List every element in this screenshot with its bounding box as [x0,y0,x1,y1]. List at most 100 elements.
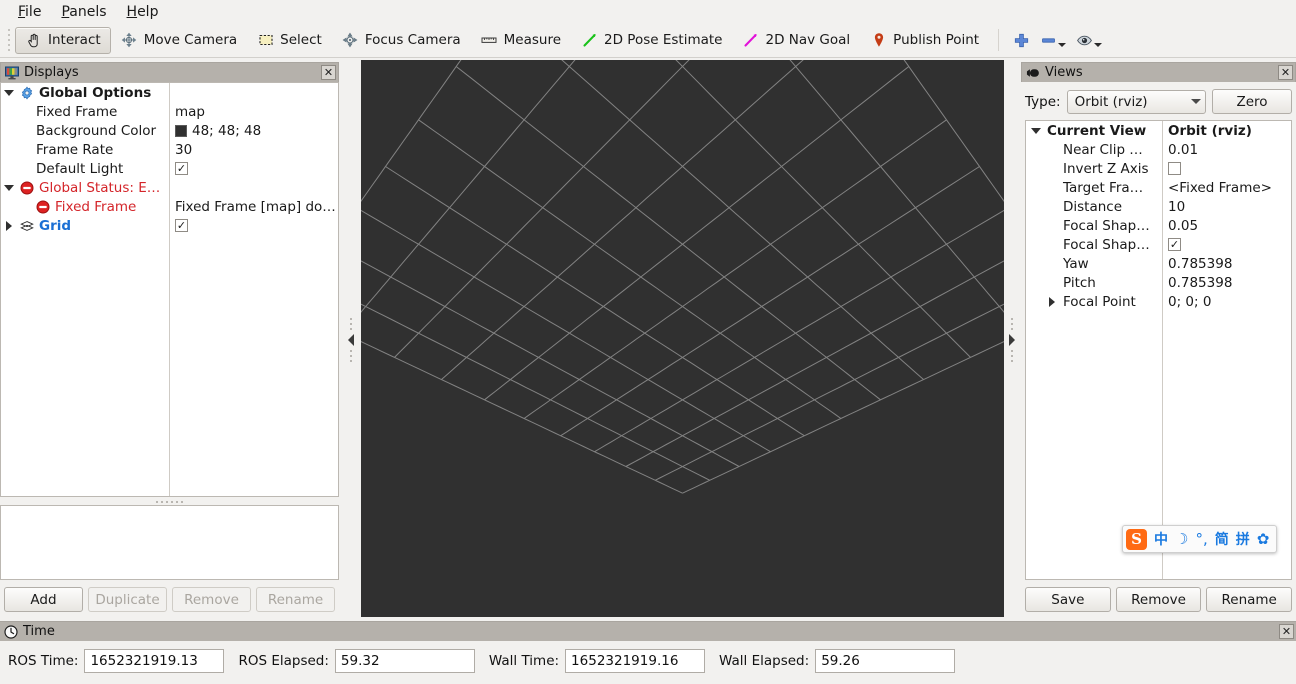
views-row-value[interactable]: Orbit (rviz) [1162,123,1291,139]
displays-row-value[interactable]: 48; 48; 48 [169,123,338,139]
views-save-button[interactable]: Save [1025,587,1111,612]
tool-move-camera[interactable]: Move Camera [111,27,247,54]
views-tree-row[interactable]: Current View Orbit (rviz) [1026,121,1291,140]
views-tree-row[interactable]: Focal Point 0; 0; 0 [1026,292,1291,311]
wall-elapsed-field[interactable]: 59.26 [815,649,956,673]
menu-panels-label-rest: anels [69,3,107,20]
views-tree-row[interactable]: Target Fra… <Fixed Frame> [1026,178,1291,197]
ros-elapsed-field[interactable]: 59.32 [334,649,475,673]
checkbox-checked[interactable]: ✓ [1168,238,1181,251]
checkbox-checked[interactable]: ✓ [175,162,188,175]
tool-2d-pose-estimate[interactable]: 2D Pose Estimate [571,27,732,54]
view-type-combobox[interactable]: Orbit (rviz) [1066,89,1206,114]
checkbox-checked[interactable]: ✓ [175,219,188,232]
gear-icon [20,86,34,100]
views-row-value[interactable]: 0; 0; 0 [1162,294,1291,310]
expander-collapse-icon[interactable] [3,87,15,99]
tool-2d-nav-goal[interactable]: 2D Nav Goal [733,27,861,54]
displays-splitter[interactable] [0,498,339,505]
tool-measure-label: Measure [503,32,562,48]
displays-close-button[interactable]: ✕ [321,65,336,80]
views-row-value[interactable]: 0.05 [1162,218,1291,234]
collapse-left-arrow-icon[interactable] [347,333,354,346]
tool-visibility-button[interactable] [1071,27,1107,54]
displays-row-value[interactable]: Fixed Frame [map] do… [169,199,338,215]
views-close-button[interactable]: ✕ [1278,65,1293,80]
move-camera-icon [121,32,138,49]
displays-row-value[interactable]: ✓ [169,162,338,175]
ros-time-field[interactable]: 1652321919.13 [84,649,225,673]
views-tree-row[interactable]: Invert Z Axis [1026,159,1291,178]
displays-row-value[interactable]: map [169,104,338,120]
menu-file[interactable]: File [8,2,51,22]
checkbox-unchecked[interactable] [1168,162,1181,175]
remove-tool-button[interactable] [1035,27,1071,54]
displays-row-value[interactable]: ✓ [169,219,338,232]
displays-button-row: Add Duplicate Remove Rename [4,587,335,612]
displays-row-label: Grid [39,217,72,234]
views-tree-row[interactable]: Pitch 0.785398 [1026,273,1291,292]
views-row-value[interactable]: 10 [1162,199,1291,215]
right-splitter[interactable] [1006,62,1017,617]
expander-collapse-icon[interactable] [3,182,15,194]
tool-publish-point[interactable]: Publish Point [860,27,989,54]
ime-settings-icon[interactable]: ✿ [1257,530,1270,548]
displays-row-value[interactable]: 30 [169,142,338,158]
displays-add-button[interactable]: Add [4,587,83,612]
sogou-ime-toolbar[interactable]: S 中 ☽ °, 简 拼 ✿ [1122,525,1278,553]
tool-interact[interactable]: Interact [15,26,111,54]
expander-expand-icon[interactable] [1046,296,1058,308]
tool-select[interactable]: Select [247,27,332,54]
wall-time-label: Wall Time: [488,653,560,669]
ros-time-value: 1652321919.13 [90,653,198,669]
tool-measure[interactable]: Measure [471,27,571,54]
error-icon [36,200,50,214]
ime-moon-icon[interactable]: ☽ [1175,530,1188,548]
views-rename-button[interactable]: Rename [1206,587,1293,612]
views-tree-row[interactable]: Focal Shap… 0.05 [1026,216,1291,235]
ime-simplified[interactable]: 简 [1215,529,1229,549]
toolbar-drag-handle[interactable] [4,27,13,53]
menu-panels[interactable]: Panels [51,2,116,22]
views-tree-row[interactable]: Distance 10 [1026,197,1291,216]
3d-render-viewport[interactable] [361,60,1004,617]
expander-collapse-icon[interactable] [1030,125,1042,137]
views-row-value[interactable] [1162,162,1291,175]
displays-tree[interactable]: Global Options Fixed Frame map Background C… [0,82,339,497]
expander-expand-icon[interactable] [3,220,15,232]
left-splitter[interactable] [345,62,356,617]
zero-button[interactable]: Zero [1212,89,1292,114]
menu-help[interactable]: Help [117,2,169,22]
error-icon [20,181,34,195]
ime-lang-chinese[interactable]: 中 [1154,529,1168,549]
views-row-value[interactable]: 0.01 [1162,142,1291,158]
color-swatch[interactable] [175,124,187,137]
viewport-background [361,60,1004,617]
views-tree-row[interactable]: Focal Shap… ✓ [1026,235,1291,254]
wall-time-field[interactable]: 1652321919.16 [565,649,706,673]
menu-file-label-rest: ile [25,3,42,20]
collapse-right-arrow-icon[interactable] [1008,333,1015,346]
views-row-value[interactable]: <Fixed Frame> [1162,180,1291,196]
add-tool-button[interactable] [1008,27,1035,54]
sogou-logo-icon[interactable]: S [1126,528,1147,550]
ime-degree-icon[interactable]: °, [1195,530,1207,548]
wall-time-value: 1652321919.16 [571,653,679,669]
value-text: 0.05 [1168,217,1199,234]
views-tree-row[interactable]: Near Clip … 0.01 [1026,140,1291,159]
views-row-value[interactable]: ✓ [1162,238,1291,251]
ime-pinyin[interactable]: 拼 [1236,529,1250,549]
views-row-value[interactable]: 0.785398 [1162,256,1291,272]
tool-focus-camera[interactable]: Focus Camera [332,27,471,54]
views-row-value[interactable]: 0.785398 [1162,275,1291,291]
display-description-box [0,505,339,580]
displays-row-label: Global Options [39,84,152,101]
time-close-button[interactable]: ✕ [1279,624,1294,639]
views-tree-row[interactable]: Yaw 0.785398 [1026,254,1291,273]
views-remove-button[interactable]: Remove [1115,587,1202,612]
rviz-window: File Panels Help Interact Move Camera Se… [0,0,1296,684]
toolbar-separator [998,29,1000,51]
views-tree[interactable]: Current View Orbit (rviz) Near Clip … 0.01 I… [1025,120,1292,580]
